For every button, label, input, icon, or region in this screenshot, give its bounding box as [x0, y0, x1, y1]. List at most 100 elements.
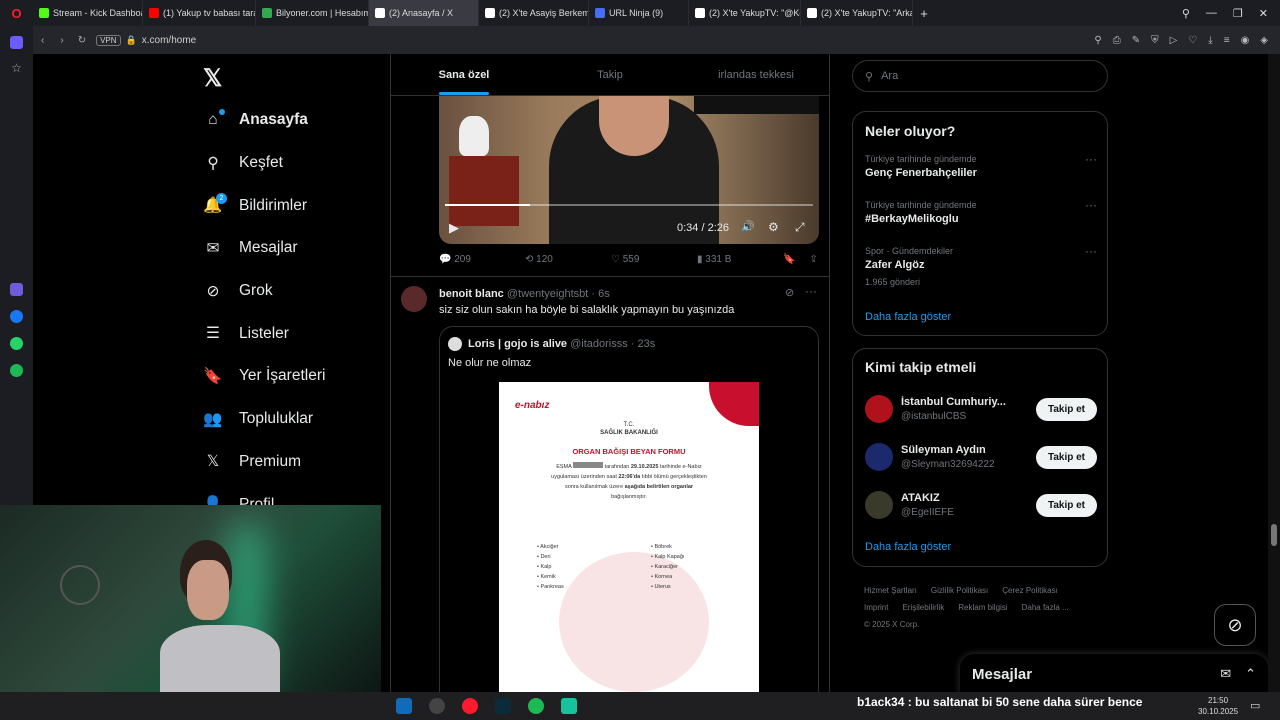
footer-link[interactable]: Reklam bilgisi [958, 603, 1007, 612]
browser-tab[interactable]: (2) X'te YakupTV: "Arkada [801, 0, 913, 26]
browser-tab[interactable]: Stream - Kick Dashboard [33, 0, 143, 26]
grok-fab-icon[interactable]: ⊘ [1214, 604, 1256, 646]
views-button[interactable]: ▮ 331 B [697, 254, 783, 265]
reply-button[interactable]: 💬 209 [439, 254, 525, 265]
close-window-icon[interactable]: ✕ [1259, 7, 1268, 20]
share-icon[interactable]: ⇪ [809, 254, 817, 265]
browser-tab[interactable]: (1) Yakup tv babası tarafın [143, 0, 256, 26]
opera-taskbar-icon[interactable] [462, 698, 478, 714]
nav-item-bookmark[interactable]: 🔖 Yer İşaretleri [203, 355, 383, 398]
video-progress-track[interactable] [445, 204, 813, 206]
menu-icon[interactable]: ≡ [1224, 35, 1230, 46]
tab-list[interactable]: irlandas tekkesi [683, 54, 829, 95]
footer-link[interactable]: Imprint [864, 603, 888, 612]
more-icon[interactable]: ··· [805, 284, 817, 298]
avatar[interactable] [865, 395, 893, 423]
follow-name[interactable]: ATAKIZ [901, 492, 1028, 504]
edit-icon[interactable]: ✎ [1132, 35, 1140, 46]
grok-icon[interactable]: ⊘ [785, 286, 794, 299]
trend-item[interactable]: Spor · Gündemdekiler Zafer Algöz 1.965 gön… [853, 244, 1109, 316]
more-icon[interactable]: ··· [1085, 152, 1097, 166]
maximize-icon[interactable]: ❐ [1233, 7, 1243, 20]
avatar[interactable] [865, 491, 893, 519]
extensions-icon[interactable]: ◈ [1260, 35, 1268, 46]
clock[interactable]: 21:50 30.10.2025 [1198, 695, 1238, 717]
quote-tweet[interactable]: Loris | gojo is alive @itadorisss · 23s … [439, 326, 819, 692]
nav-item-grok[interactable]: ⊘ Grok [203, 270, 383, 313]
trends-show-more[interactable]: Daha fazla göster [865, 311, 951, 323]
video-player[interactable]: ▶ 0:34 / 2:26 🔊 ⚙ ⤢ [439, 96, 819, 244]
footer-link[interactable]: Erişilebilirlik [902, 603, 944, 612]
tab-for-you[interactable]: Sana özel [391, 54, 537, 95]
avatar[interactable] [865, 443, 893, 471]
play-button-icon[interactable]: ▶ [449, 220, 459, 236]
follow-button[interactable]: Takip et [1035, 397, 1097, 421]
aria-icon[interactable] [10, 283, 23, 296]
nav-item-bell[interactable]: 🔔 2 Bildirimler [203, 184, 383, 227]
zoom-icon[interactable]: ⚲ [1094, 35, 1101, 46]
browser-tab[interactable]: Bilyoner.com | Hesabım | B [256, 0, 369, 26]
nav-item-list[interactable]: ☰ Listeler [203, 312, 383, 355]
fullscreen-icon[interactable]: ⤢ [795, 220, 805, 235]
follow-suggestion[interactable]: İstanbul Cumhuriy... @istanbulCBS Takip et [853, 385, 1109, 433]
follow-suggestion[interactable]: Süleyman Aydın @Sleyman32694222 Takip et [853, 433, 1109, 481]
messenger-icon[interactable] [10, 310, 23, 323]
new-message-icon[interactable]: ✉ [1220, 666, 1231, 682]
shield-icon[interactable]: ⛨ [1151, 35, 1159, 46]
author-handle[interactable]: @twentyeightsbt [507, 288, 589, 300]
like-button[interactable]: ♡ 559 [611, 254, 697, 265]
trend-item[interactable]: Türkiye tarihinde gündemde #BerkayMelikog… [853, 198, 1109, 246]
trend-item[interactable]: Türkiye tarihinde gündemde Genç Fenerbahç… [853, 152, 1109, 200]
snapshot-icon[interactable]: ⎙ [1113, 35, 1121, 46]
account-icon[interactable]: ◉ [1241, 35, 1250, 46]
outlook-icon[interactable] [396, 698, 412, 714]
app-icon[interactable] [561, 698, 577, 714]
browser-tab[interactable]: (2) X'te YakupTV: "@Kend [689, 0, 801, 26]
more-icon[interactable]: ··· [1085, 198, 1097, 212]
follow-show-more[interactable]: Daha fazla göster [865, 541, 951, 553]
expand-icon[interactable]: ⌃ [1245, 666, 1256, 682]
bookmark-icon[interactable]: 🔖 [783, 254, 795, 265]
follow-button[interactable]: Takip et [1035, 445, 1097, 469]
download-icon[interactable]: ⤓ [1208, 35, 1212, 46]
heart-icon[interactable]: ♡ [1188, 35, 1197, 46]
footer-link[interactable]: Hizmet Şartları [864, 586, 917, 595]
obs-icon[interactable] [429, 698, 445, 714]
scrollbar-thumb[interactable] [1271, 524, 1277, 546]
notification-icon[interactable]: ▭ [1250, 699, 1260, 712]
tab-following[interactable]: Takip [537, 54, 683, 95]
follow-name[interactable]: İstanbul Cumhuriy... [901, 396, 1028, 408]
spotify-icon[interactable] [10, 364, 23, 377]
opera-logo[interactable]: O [0, 6, 33, 21]
browser-tab[interactable]: (2) Anasayfa / X [369, 0, 479, 26]
follow-name[interactable]: Süleyman Aydın [901, 444, 1028, 456]
star-icon[interactable]: ☆ [0, 61, 33, 75]
follow-button[interactable]: Takip et [1035, 493, 1097, 517]
nav-item-communities[interactable]: 👥 Topluluklar [203, 398, 383, 441]
back-icon[interactable]: ‹ [41, 35, 44, 46]
nav-item-mail[interactable]: ✉ Mesajlar [203, 227, 383, 270]
workspace-home-icon[interactable] [10, 36, 23, 49]
nav-item-search[interactable]: ⚲ Keşfet [203, 142, 383, 185]
search-tabs-icon[interactable]: ⚲ [1182, 7, 1190, 20]
volume-icon[interactable]: 🔊 [741, 220, 755, 233]
url-field[interactable]: x.com/home [142, 35, 196, 46]
avatar[interactable] [401, 286, 427, 312]
whatsapp-icon[interactable] [10, 337, 23, 350]
minimize-icon[interactable]: — [1206, 7, 1217, 20]
x-logo[interactable]: 𝕏 [203, 64, 222, 93]
scrollbar[interactable] [1268, 54, 1280, 692]
messages-drawer[interactable]: Mesajlar ✉ ⌃ [960, 654, 1268, 692]
settings-icon[interactable]: ⚙ [768, 220, 779, 234]
spotify-taskbar-icon[interactable] [528, 698, 544, 714]
nav-item-x[interactable]: 𝕏 Premium [203, 441, 383, 484]
footer-link[interactable]: Gizlilik Politikası [931, 586, 988, 595]
terminal-icon[interactable] [495, 698, 511, 714]
vpn-badge[interactable]: VPN [96, 34, 121, 46]
forward-icon[interactable]: › [60, 35, 63, 46]
search-input[interactable]: ⚲ Ara [852, 60, 1108, 92]
organ-donation-form-image[interactable]: e-nabız T.C. SAĞLIK BAKANLIĞI ORGAN BAĞI… [499, 382, 759, 692]
footer-link[interactable]: Çerez Politikası [1002, 586, 1058, 595]
new-tab-button[interactable]: + [913, 6, 935, 21]
browser-tab[interactable]: URL Ninja (9) [589, 0, 689, 26]
